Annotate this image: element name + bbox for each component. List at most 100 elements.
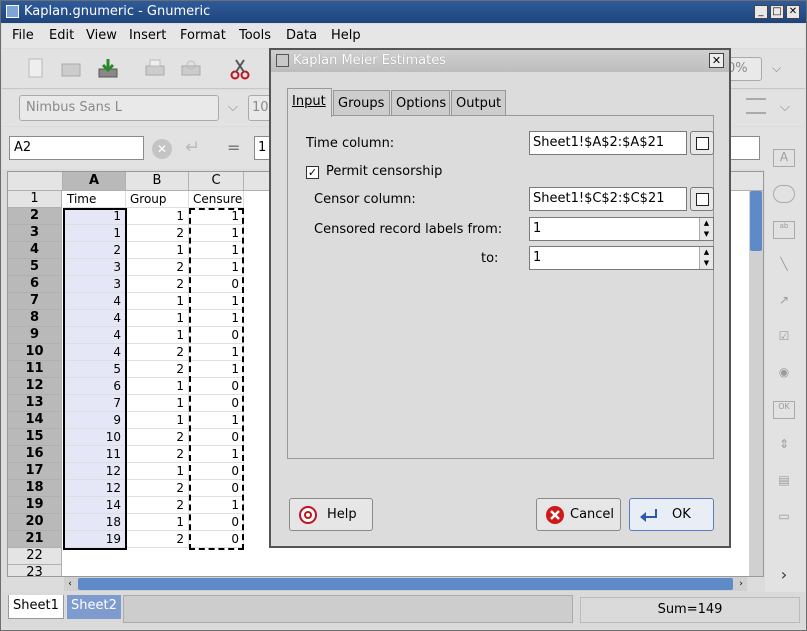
table-cell-b[interactable]: 1 [126, 463, 189, 480]
column-header-c[interactable]: C [189, 172, 244, 191]
labels-to-spinner[interactable]: 1 ▲ ▼ [529, 246, 714, 270]
menu-data[interactable]: Data [286, 28, 317, 43]
menu-insert[interactable]: Insert [129, 28, 166, 43]
table-cell-c[interactable]: 1 [189, 259, 244, 276]
row-header[interactable]: 21 [8, 531, 62, 548]
table-cell-b[interactable]: 2 [126, 276, 189, 293]
table-cell-a[interactable]: 6 [63, 378, 126, 395]
table-cell-b[interactable]: 2 [126, 225, 189, 242]
cell-b1[interactable]: Group [126, 191, 189, 208]
table-cell-a[interactable]: 4 [63, 344, 126, 361]
table-cell-b[interactable]: 1 [126, 514, 189, 531]
permit-censorship-checkbox[interactable]: ✓ [306, 166, 319, 179]
table-cell-b[interactable]: 1 [126, 378, 189, 395]
table-cell-a[interactable]: 4 [63, 327, 126, 344]
menu-tools[interactable]: Tools [239, 28, 271, 43]
open-file-icon[interactable] [59, 57, 83, 81]
table-cell-c[interactable]: 1 [189, 344, 244, 361]
table-cell-b[interactable]: 2 [126, 480, 189, 497]
cell-reference-box[interactable]: A2 [9, 136, 144, 160]
row-header[interactable]: 6 [8, 276, 62, 293]
row-header[interactable]: 22 [8, 548, 62, 565]
scroll-right-icon[interactable]: › [735, 578, 747, 590]
label-icon[interactable]: ab [773, 221, 795, 239]
labels-from-spinner[interactable]: 1 ▲ ▼ [529, 217, 714, 241]
horizontal-scrollbar[interactable]: ‹ › [64, 577, 747, 591]
horizontal-scroll-thumb[interactable] [78, 578, 733, 590]
table-cell-c[interactable]: 0 [189, 429, 244, 446]
tab-groups[interactable]: Groups [333, 90, 390, 116]
censor-range-picker-icon[interactable] [690, 187, 714, 211]
table-cell-a[interactable]: 10 [63, 429, 126, 446]
table-cell-c[interactable]: 1 [189, 242, 244, 259]
vertical-scrollbar[interactable] [749, 191, 763, 576]
table-cell-c[interactable]: 0 [189, 327, 244, 344]
row-header[interactable]: 12 [8, 378, 62, 395]
ellipse-icon[interactable] [773, 185, 795, 203]
row-header[interactable]: 16 [8, 446, 62, 463]
menu-view[interactable]: View [86, 28, 117, 43]
tab-output[interactable]: Output [451, 90, 506, 116]
minimize-button[interactable]: _ [754, 5, 768, 19]
dialog-close-button[interactable]: ✕ [709, 53, 724, 68]
table-cell-a[interactable]: 5 [63, 361, 126, 378]
font-dropdown-icon[interactable]: ⌵ [228, 100, 238, 115]
row-header[interactable]: 11 [8, 361, 62, 378]
table-cell-a[interactable]: 2 [63, 242, 126, 259]
cut-icon[interactable] [228, 57, 252, 81]
table-cell-c[interactable]: 1 [189, 361, 244, 378]
column-header-b[interactable]: B [126, 172, 189, 191]
table-cell-b[interactable]: 2 [126, 446, 189, 463]
column-header-a[interactable]: A [63, 172, 126, 191]
table-cell-a[interactable]: 4 [63, 293, 126, 310]
table-cell-b[interactable]: 1 [126, 208, 189, 225]
table-cell-c[interactable]: 0 [189, 463, 244, 480]
time-column-input[interactable]: Sheet1!$A$2:$A$21 [529, 131, 687, 155]
table-cell-b[interactable]: 1 [126, 310, 189, 327]
table-cell-b[interactable]: 2 [126, 429, 189, 446]
print-preview-icon[interactable] [179, 57, 203, 81]
row-header[interactable]: 5 [8, 259, 62, 276]
new-file-icon[interactable] [24, 57, 48, 81]
labels-to-stepper[interactable]: ▲ ▼ [699, 247, 713, 269]
table-cell-b[interactable]: 2 [126, 361, 189, 378]
spin-widget-icon[interactable]: ⇕ [773, 437, 795, 455]
table-cell-a[interactable]: 9 [63, 412, 126, 429]
list-widget-icon[interactable]: ▤ [773, 473, 795, 491]
arrow-icon[interactable]: ↗ [773, 293, 795, 311]
menu-format[interactable]: Format [180, 28, 226, 43]
table-cell-b[interactable]: 1 [126, 412, 189, 429]
table-cell-a[interactable]: 1 [63, 225, 126, 242]
row-header-1[interactable]: 1 [8, 191, 62, 208]
close-window-button[interactable]: ✕ [786, 5, 800, 19]
table-cell-c[interactable]: 1 [189, 225, 244, 242]
table-cell-b[interactable]: 1 [126, 242, 189, 259]
table-cell-c[interactable]: 1 [189, 310, 244, 327]
vertical-scroll-thumb[interactable] [750, 191, 762, 251]
ok-button[interactable]: OK [629, 498, 714, 531]
table-cell-c[interactable]: 0 [189, 395, 244, 412]
table-cell-b[interactable]: 1 [126, 327, 189, 344]
table-cell-a[interactable]: 7 [63, 395, 126, 412]
time-range-picker-icon[interactable] [690, 131, 714, 155]
button-widget-icon[interactable]: OK [773, 401, 795, 419]
table-cell-b[interactable]: 2 [126, 531, 189, 548]
expand-panel-icon[interactable]: › [773, 565, 795, 584]
table-cell-c[interactable]: 1 [189, 497, 244, 514]
menu-file[interactable]: File [12, 28, 34, 43]
cell-c1[interactable]: Censure [189, 191, 244, 208]
row-header[interactable]: 7 [8, 293, 62, 310]
cancel-edit-icon[interactable]: ✕ [152, 139, 172, 159]
sheet-tab-2[interactable]: Sheet2 [67, 595, 121, 619]
row-header[interactable]: 17 [8, 463, 62, 480]
table-cell-c[interactable]: 0 [189, 531, 244, 548]
table-cell-c[interactable]: 0 [189, 276, 244, 293]
maximize-button[interactable]: □ [770, 5, 784, 19]
menu-edit[interactable]: Edit [49, 28, 74, 43]
table-cell-a[interactable]: 4 [63, 310, 126, 327]
zoom-dropdown-icon[interactable]: ⌵ [772, 61, 781, 76]
tab-options[interactable]: Options [391, 90, 450, 116]
table-cell-c[interactable]: 0 [189, 378, 244, 395]
cell-a1[interactable]: Time [63, 191, 126, 208]
table-cell-b[interactable]: 2 [126, 497, 189, 514]
